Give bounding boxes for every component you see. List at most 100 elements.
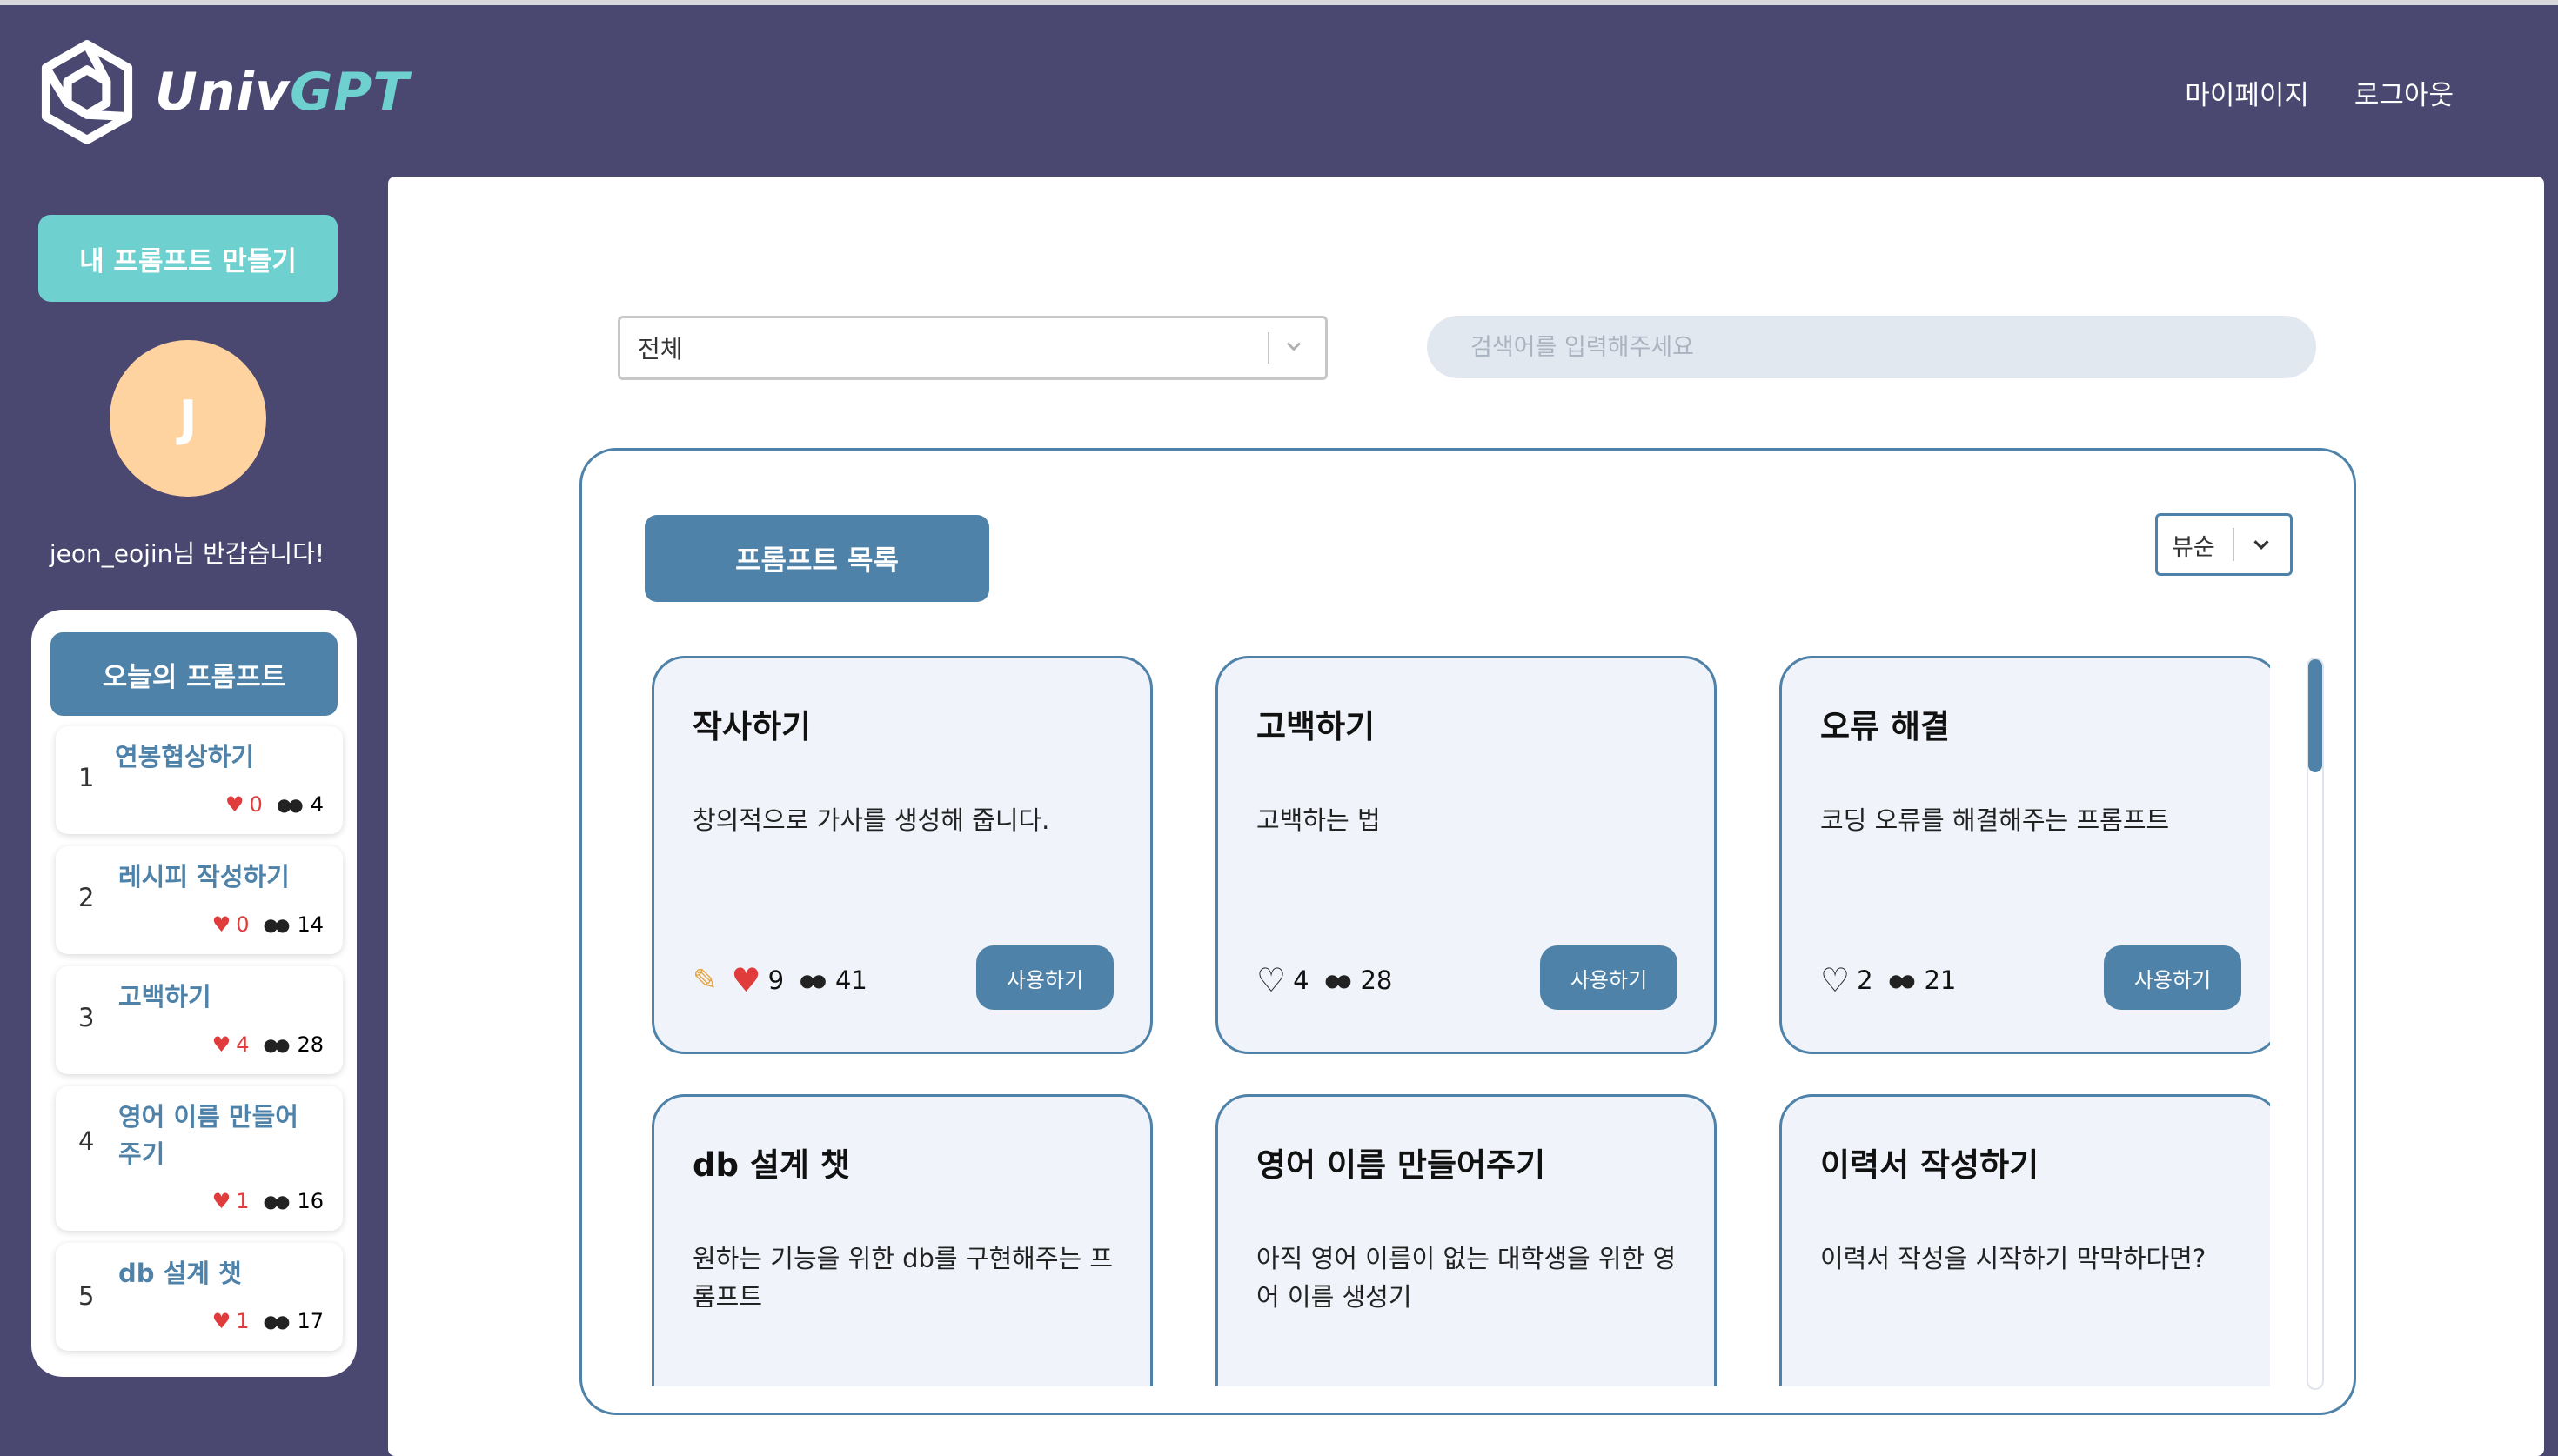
- use-button[interactable]: 사용하기: [976, 945, 1114, 1010]
- today-item-rank: 5: [78, 1281, 95, 1311]
- heart-icon: ♥: [211, 1032, 231, 1057]
- logo-text-primary: Univ: [155, 62, 291, 123]
- like-count: 0: [236, 912, 250, 937]
- scrollbar-thumb[interactable]: [2308, 659, 2322, 772]
- search-input[interactable]: [1427, 316, 2316, 378]
- mypage-link[interactable]: 마이페이지: [2185, 73, 2309, 112]
- view-count: 28: [1360, 965, 1393, 995]
- card-description: 창의적으로 가사를 생성해 줍니다.: [693, 805, 1050, 835]
- card-stats: ♡ 4 ●● 28: [1256, 961, 1392, 999]
- card-description: 고백하는 법: [1256, 805, 1381, 835]
- like-count: 2: [1857, 965, 1873, 995]
- eyes-icon: ●●: [263, 1034, 291, 1055]
- heart-icon[interactable]: ♡: [1256, 961, 1286, 999]
- today-item[interactable]: 4 영어 이름 만들어주기 ♥ 1 ●● 16: [56, 1086, 343, 1231]
- today-prompts-title: 오늘의 프롬프트: [50, 632, 338, 716]
- pencil-icon[interactable]: ✎: [693, 963, 718, 998]
- today-item[interactable]: 1 연봉협상하기 ♥ 0 ●● 4: [56, 726, 343, 834]
- top-nav: 마이페이지 로그아웃: [2185, 73, 2454, 112]
- like-count: 1: [236, 1189, 250, 1213]
- prompt-card[interactable]: db 설계 챗 원하는 기능을 위한 db를 구현해주는 프롬프트: [652, 1094, 1153, 1386]
- eyes-icon: ●●: [1324, 970, 1352, 991]
- heart-icon: ♥: [211, 1189, 231, 1213]
- today-item-title: 영어 이름 만들어주기: [118, 1102, 298, 1169]
- today-item-stats: ♥ 0 ●● 4: [225, 792, 324, 817]
- use-button[interactable]: 사용하기: [2104, 945, 2241, 1010]
- prompt-card[interactable]: 이력서 작성하기 이력서 작성을 시작하기 막막하다면?: [1779, 1094, 2270, 1386]
- logo-hexagon-icon: [41, 40, 133, 144]
- top-header: UnivGPT 마이페이지 로그아웃: [0, 5, 2558, 177]
- prompt-list-panel: 프롬프트 목록 뷰순 작사하기 창의적으로 가사를 생성해 줍니다. ✎ ♥ 9…: [579, 448, 2356, 1415]
- heart-icon: ♥: [225, 792, 244, 817]
- card-title: 작사하기: [693, 708, 812, 745]
- today-item-title: 연봉협상하기: [115, 742, 255, 771]
- today-item-stats: ♥ 4 ●● 28: [212, 1032, 324, 1057]
- view-count: 4: [310, 792, 324, 817]
- like-count: 4: [1293, 965, 1309, 995]
- eyes-icon: ●●: [263, 1311, 291, 1332]
- create-prompt-button[interactable]: 내 프롬프트 만들기: [38, 215, 338, 302]
- today-item-rank: 2: [78, 883, 95, 912]
- today-item-stats: ♥ 1 ●● 17: [212, 1309, 324, 1333]
- avatar[interactable]: J: [110, 340, 266, 497]
- select-divider: [2233, 528, 2234, 561]
- chevron-down-icon: [1286, 342, 1302, 351]
- like-count: 1: [236, 1309, 250, 1333]
- today-item-rank: 3: [78, 1003, 95, 1032]
- like-count: 4: [236, 1032, 250, 1057]
- category-select-value: 전체: [638, 335, 683, 364]
- heart-icon[interactable]: ♡: [1820, 961, 1850, 999]
- scrollbar[interactable]: [2307, 658, 2324, 1390]
- use-button[interactable]: 사용하기: [1540, 945, 1677, 1010]
- sort-select-value: 뷰순: [2172, 533, 2215, 561]
- today-item-stats: ♥ 1 ●● 16: [212, 1189, 324, 1213]
- card-description: 아직 영어 이름이 없는 대학생을 위한 영어 이름 생성기: [1256, 1244, 1677, 1312]
- card-description: 원하는 기능을 위한 db를 구현해주는 프롬프트: [693, 1244, 1114, 1312]
- card-title: db 설계 챗: [693, 1146, 850, 1184]
- select-divider: [1268, 332, 1269, 364]
- logout-link[interactable]: 로그아웃: [2354, 73, 2454, 112]
- logo[interactable]: UnivGPT: [38, 38, 409, 146]
- card-title: 고백하기: [1256, 708, 1376, 745]
- view-count: 14: [297, 912, 324, 937]
- sidebar: 내 프롬프트 만들기 J jeon_eojin님 반갑습니다! 오늘의 프롬프트…: [0, 177, 388, 1456]
- today-item-title: 레시피 작성하기: [118, 862, 290, 892]
- today-item-rank: 1: [78, 763, 95, 792]
- main-content: 전체 프롬프트 목록 뷰순 작사하기 창의적으로 가사를 생성해 줍니다. ✎ …: [388, 177, 2544, 1456]
- view-count: 16: [297, 1189, 324, 1213]
- eyes-icon: ●●: [263, 1191, 291, 1212]
- prompt-card[interactable]: 작사하기 창의적으로 가사를 생성해 줍니다. ✎ ♥ 9 ●● 41 사용하기: [652, 656, 1153, 1054]
- chevron-down-icon: [2253, 540, 2269, 550]
- card-title: 이력서 작성하기: [1820, 1146, 2039, 1184]
- card-title: 오류 해결: [1820, 708, 1951, 745]
- card-description: 이력서 작성을 시작하기 막막하다면?: [1820, 1244, 2206, 1273]
- view-count: 41: [834, 965, 867, 995]
- today-item-title: 고백하기: [118, 982, 211, 1012]
- heart-icon[interactable]: ♥: [732, 961, 761, 999]
- logo-wordmark: UnivGPT: [155, 62, 409, 123]
- card-stats: ✎ ♥ 9 ●● 41: [693, 961, 867, 999]
- sort-select[interactable]: 뷰순: [2155, 513, 2293, 576]
- prompt-card[interactable]: 고백하기 고백하는 법 ♡ 4 ●● 28 사용하기: [1215, 656, 1717, 1054]
- view-count: 28: [297, 1032, 324, 1057]
- today-item-title: db 설계 챗: [118, 1259, 242, 1288]
- today-item[interactable]: 3 고백하기 ♥ 4 ●● 28: [56, 966, 343, 1074]
- eyes-icon: ●●: [800, 970, 827, 991]
- prompt-card[interactable]: 오류 해결 코딩 오류를 해결해주는 프롬프트 ♡ 2 ●● 21 사용하기: [1779, 656, 2270, 1054]
- today-item-stats: ♥ 0 ●● 14: [212, 912, 324, 937]
- eyes-icon: ●●: [263, 914, 291, 935]
- today-item[interactable]: 5 db 설계 챗 ♥ 1 ●● 17: [56, 1243, 343, 1351]
- logo-text-accent: GPT: [290, 62, 410, 123]
- like-count: 0: [249, 792, 263, 817]
- like-count: 9: [767, 965, 785, 995]
- prompt-card[interactable]: 영어 이름 만들어주기 아직 영어 이름이 없는 대학생을 위한 영어 이름 생…: [1215, 1094, 1717, 1386]
- view-count: 21: [1924, 965, 1957, 995]
- card-stats: ♡ 2 ●● 21: [1820, 961, 1956, 999]
- category-select[interactable]: 전체: [618, 316, 1328, 380]
- today-item[interactable]: 2 레시피 작성하기 ♥ 0 ●● 14: [56, 846, 343, 954]
- today-item-rank: 4: [78, 1126, 95, 1156]
- card-title: 영어 이름 만들어주기: [1256, 1146, 1546, 1184]
- card-description: 코딩 오류를 해결해주는 프롬프트: [1820, 805, 2170, 835]
- eyes-icon: ●●: [276, 794, 304, 815]
- prompt-list-title: 프롬프트 목록: [645, 515, 989, 602]
